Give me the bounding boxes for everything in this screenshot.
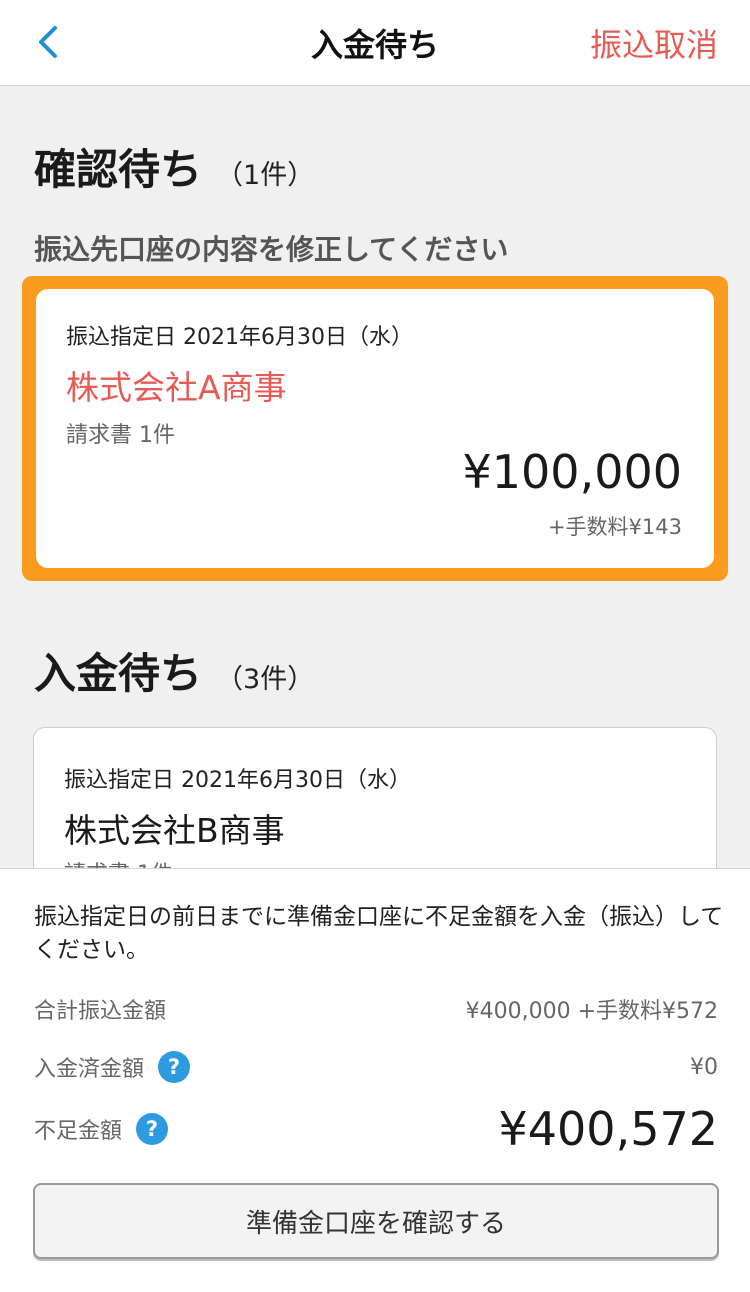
pending-heading: 入金待ち <box>34 649 203 698</box>
total-value: ¥400,000 +手数料¥572 <box>465 999 718 1024</box>
cancel-transfer-button[interactable]: 振込取消 <box>590 0 718 86</box>
confirm-section-heading: 確認待ち （1件） <box>34 136 314 197</box>
nav-bar: 入金待ち 振込取消 <box>0 0 750 86</box>
transfer-date: 振込指定日 2021年6月30日（水） <box>64 768 411 793</box>
company-name: 株式会社A商事 <box>66 368 287 407</box>
company-name: 株式会社B商事 <box>64 811 285 850</box>
check-reserve-account-button[interactable]: 準備金口座を確認する <box>33 1183 719 1259</box>
paid-label-group: 入金済金額 ? <box>34 1051 191 1083</box>
transfer-card-a[interactable]: 振込指定日 2021年6月30日（水） 株式会社A商事 請求書 1件 ¥100,… <box>36 289 714 568</box>
confirm-count: （1件） <box>216 160 315 191</box>
paid-row: 入金済金額 ? ¥0 <box>34 1049 718 1085</box>
fix-account-instruction: 振込先口座の内容を修正してください <box>34 233 509 266</box>
back-button[interactable] <box>28 20 68 64</box>
shortage-label: 不足金額 <box>34 1119 123 1144</box>
shortage-label-group: 不足金額 ? <box>34 1113 169 1145</box>
transfer-amount: ¥100,000 <box>462 445 683 499</box>
pending-section-heading: 入金待ち （3件） <box>34 640 314 701</box>
shortage-row: 不足金額 ? ¥400,572 <box>34 1099 718 1159</box>
shortage-value: ¥400,572 <box>498 1102 719 1156</box>
summary-sheet: 振込指定日の前日までに準備金口座に不足金額を入金（振込）してください。 合計振込… <box>0 868 750 1292</box>
deposit-notice: 振込指定日の前日までに準備金口座に不足金額を入金（振込）してください。 <box>34 904 724 963</box>
total-label: 合計振込金額 <box>34 999 167 1024</box>
help-icon[interactable]: ? <box>136 1113 169 1145</box>
invoice-count: 請求書 1件 <box>66 423 175 448</box>
confirm-heading: 確認待ち <box>34 145 203 194</box>
transfer-date: 振込指定日 2021年6月30日（水） <box>66 325 413 350</box>
total-row: 合計振込金額 ¥400,000 +手数料¥572 <box>34 993 718 1025</box>
chevron-left-icon <box>39 26 57 58</box>
transfer-fee: +手数料¥143 <box>547 515 682 539</box>
pending-count: （3件） <box>216 664 315 695</box>
paid-label: 入金済金額 <box>34 1057 145 1082</box>
paid-value: ¥0 <box>690 1054 718 1080</box>
help-icon[interactable]: ? <box>158 1051 191 1083</box>
